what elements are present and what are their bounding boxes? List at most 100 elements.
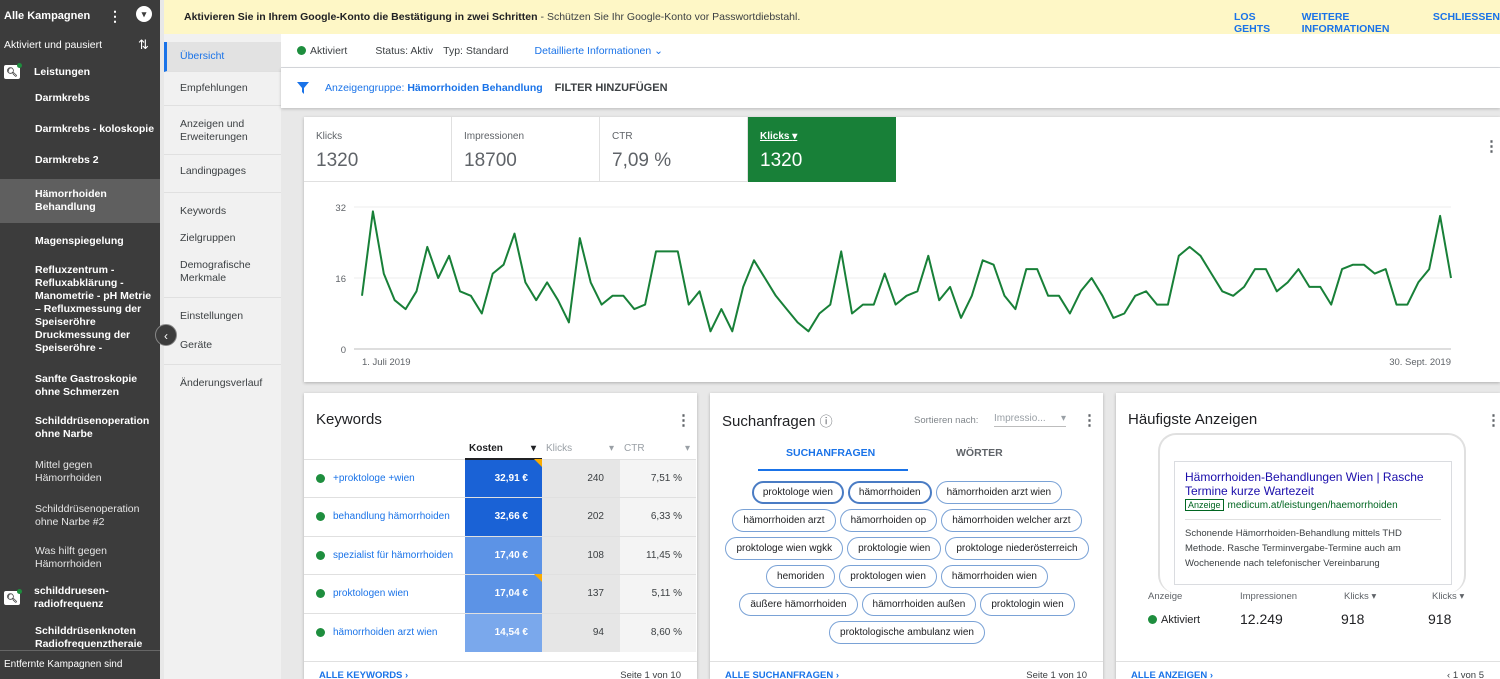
query-chip[interactable]: hämorrhoiden außen [861, 593, 977, 616]
more-vert-icon[interactable]: ⋮ [1082, 411, 1097, 429]
ctr-col-label: CTR [624, 443, 645, 455]
sidebar-item[interactable]: Darmkrebs [0, 86, 160, 111]
sidebar-item[interactable]: Schilddrüsenoperation ohne Narbe #2 [0, 497, 160, 539]
query-chip[interactable]: äußere hämorrhoiden [739, 593, 858, 616]
metric-clicks[interactable]: Klicks 1320 [304, 117, 452, 182]
metric-impressions[interactable]: Impressionen 18700 [452, 117, 600, 182]
keyword-cell[interactable]: +proktologe +wien [304, 458, 465, 498]
all-queries-link[interactable]: ALLE SUCHANFRAGEN › [725, 670, 839, 679]
nav-audiences[interactable]: Zielgruppen [164, 226, 281, 253]
query-chip[interactable]: hämorrhoiden arzt [732, 509, 836, 532]
cost-col-header[interactable]: Kosten ▾ [465, 439, 542, 460]
ads-col-clicks-2[interactable]: Klicks ▾ [1432, 591, 1464, 602]
banner-close-button[interactable]: SCHLIESSEN [1433, 11, 1500, 35]
add-filter-button[interactable]: FILTER HINZUFÜGEN [555, 82, 668, 94]
campaign-schilddruesen[interactable]: 🔍︎ schilddruesen-radiofrequenz [0, 581, 160, 615]
chevron-left-icon[interactable]: ‹ [1447, 670, 1450, 679]
filter-icon[interactable] [297, 82, 309, 94]
nav-overview[interactable]: Übersicht [164, 42, 281, 72]
metric-label: Klicks [316, 131, 343, 142]
nav-ads-extensions[interactable]: Anzeigen und Erweiterungen [164, 106, 281, 155]
queries-pagination: Seite 1 von 10 [1026, 670, 1087, 679]
table-row[interactable]: +proktologe +wien 32,91 € 240 7,51 % [304, 458, 696, 498]
tab-search-queries[interactable]: SUCHANFRAGEN [786, 447, 875, 459]
keyword-cell[interactable]: behandlung hämorrhoiden [304, 497, 465, 536]
active-dot-icon [297, 45, 306, 55]
nav-settings[interactable]: Einstellungen [164, 298, 281, 331]
keywords-table: Kosten ▾ Klicks ▾ CTR ▾ +proktologe +wie… [304, 439, 696, 652]
ads-col-clicks[interactable]: Klicks ▾ [1344, 591, 1376, 602]
tab-words[interactable]: WÖRTER [956, 447, 1003, 459]
all-keywords-link[interactable]: ALLE KEYWORDS › [319, 670, 408, 679]
query-chip[interactable]: proktologe wien wgkk [725, 537, 844, 560]
keyword-cell[interactable]: proktologen wien [304, 574, 465, 613]
queries-footer: ALLE SUCHANFRAGEN › Seite 1 von 10 [710, 661, 1103, 679]
table-row[interactable]: spezialist für hämorrhoiden 17,40 € 108 11,… [304, 535, 696, 575]
query-chip[interactable]: hämorrhoiden [847, 481, 932, 504]
x-start-label: 1. Juli 2019 [362, 357, 411, 368]
query-chip[interactable]: hämorrhoiden wien [940, 565, 1048, 588]
sort-by-select[interactable]: Impressio... ▾ [994, 413, 1066, 427]
sidebar-item[interactable]: Refluxzentrum - Refluxabklärung - Manome… [0, 260, 160, 367]
campaign-sidebar: Alle Kampagnen ⋮ ▾ Aktiviert und pausier… [0, 0, 160, 679]
keyword-text: +proktologe +wien [333, 472, 415, 484]
all-ads-link[interactable]: ALLE ANZEIGEN › [1131, 670, 1213, 679]
more-vert-icon[interactable]: ⋮ [1484, 137, 1499, 155]
campaign-leistungen[interactable]: 🔍︎ Leistungen [0, 58, 160, 86]
clicks-cell: 240 [542, 458, 620, 498]
query-chip[interactable]: hämorrhoiden op [839, 509, 938, 532]
all-campaigns-header[interactable]: Alle Kampagnen ⋮ ▾ [0, 0, 160, 32]
query-tabs: SUCHANFRAGEN WÖRTER [758, 441, 1058, 471]
details-link[interactable]: Detaillierte Informationen ⌄ [535, 45, 663, 57]
query-chip[interactable]: proktologen wien [839, 565, 937, 588]
more-vert-icon[interactable]: ⋮ [676, 411, 691, 429]
table-row[interactable]: proktologen wien 17,04 € 137 5,11 % [304, 574, 696, 613]
collapse-sidebar-icon[interactable]: ‹ [155, 324, 177, 346]
sidebar-item[interactable]: Schilddrüsenoperation ohne Narbe [0, 409, 160, 451]
query-chip[interactable]: proktologe wien [751, 481, 844, 504]
nav-demographics[interactable]: Demografische Merkmale [164, 253, 281, 298]
clicks-col-header[interactable]: Klicks ▾ [542, 439, 620, 459]
filter-chip[interactable]: Anzeigengruppe: Hämorrhoiden Behandlung [325, 82, 543, 94]
banner-go-button[interactable]: LOS GEHTS [1234, 11, 1284, 35]
metric-selected-clicks[interactable]: Klicks ▾ 1320 [748, 117, 896, 182]
ctr-col-header[interactable]: CTR ▾ [620, 439, 696, 459]
query-chip[interactable]: proktologische ambulanz wien [829, 621, 985, 644]
keyword-cell[interactable]: spezialist für hämorrhoiden [304, 535, 465, 575]
nav-change-history[interactable]: Änderungsverlauf [164, 365, 281, 398]
sidebar-item[interactable]: Sanfte Gastroskopie ohne Schmerzen [0, 367, 160, 409]
sidebar-item[interactable]: Darmkrebs 2 [0, 148, 160, 179]
banner-more-info-button[interactable]: WEITERE INFORMATIONEN [1302, 11, 1415, 35]
keyword-text: behandlung hämorrhoiden [333, 511, 450, 523]
active-dot-icon [316, 512, 325, 522]
keywords-footer: ALLE KEYWORDS › Seite 1 von 10 [304, 661, 697, 679]
query-chip[interactable]: proktologie wien [847, 537, 942, 560]
query-chip[interactable]: hemoriden [766, 565, 836, 588]
sidebar-item[interactable]: Mittel gegen Hämorrhoiden [0, 451, 160, 497]
nav-recommendations[interactable]: Empfehlungen [164, 72, 281, 106]
more-vert-icon[interactable]: ⋮ [108, 8, 122, 25]
help-icon[interactable]: ⓘ [820, 414, 833, 429]
sidebar-item[interactable]: Magenspiegelung [0, 223, 160, 260]
nav-keywords[interactable]: Keywords [164, 193, 281, 226]
status-filter[interactable]: Aktiviert und pausiert ⇅ [0, 32, 160, 58]
expand-icon[interactable]: ▾ [136, 6, 152, 22]
sort-icon[interactable]: ⇅ [138, 37, 149, 53]
sidebar-item[interactable]: Was hilft gegen Hämorrhoiden [0, 539, 160, 581]
query-chip[interactable]: hämorrhoiden welcher arzt [941, 509, 1082, 532]
nav-landingpages[interactable]: Landingpages [164, 155, 281, 193]
sidebar-item-active[interactable]: Hämorrhoiden Behandlung [0, 179, 160, 223]
query-chip[interactable]: proktologin wien [980, 593, 1075, 616]
ad-preview[interactable]: Hämorrhoiden-Behandlungen Wien | Rasche … [1174, 461, 1452, 585]
query-chip[interactable]: hämorrhoiden arzt wien [935, 481, 1063, 504]
query-chip[interactable]: proktologe niederösterreich [945, 537, 1089, 560]
nav-devices[interactable]: Geräte [164, 331, 281, 365]
sidebar-item[interactable]: Darmkrebs - koloskopie [0, 111, 160, 148]
metric-ctr[interactable]: CTR 7,09 % [600, 117, 748, 182]
table-row[interactable]: behandlung hämorrhoiden 32,66 € 202 6,33 % [304, 497, 696, 536]
more-vert-icon[interactable]: ⋮ [1486, 411, 1500, 429]
keyword-cell[interactable]: hämorrhoiden arzt wien [304, 612, 465, 652]
sort-arrow-icon: ▾ [530, 443, 536, 454]
table-row[interactable]: hämorrhoiden arzt wien 14,54 € 94 8,60 % [304, 612, 696, 652]
status-text: Status: Aktiv [375, 44, 434, 57]
